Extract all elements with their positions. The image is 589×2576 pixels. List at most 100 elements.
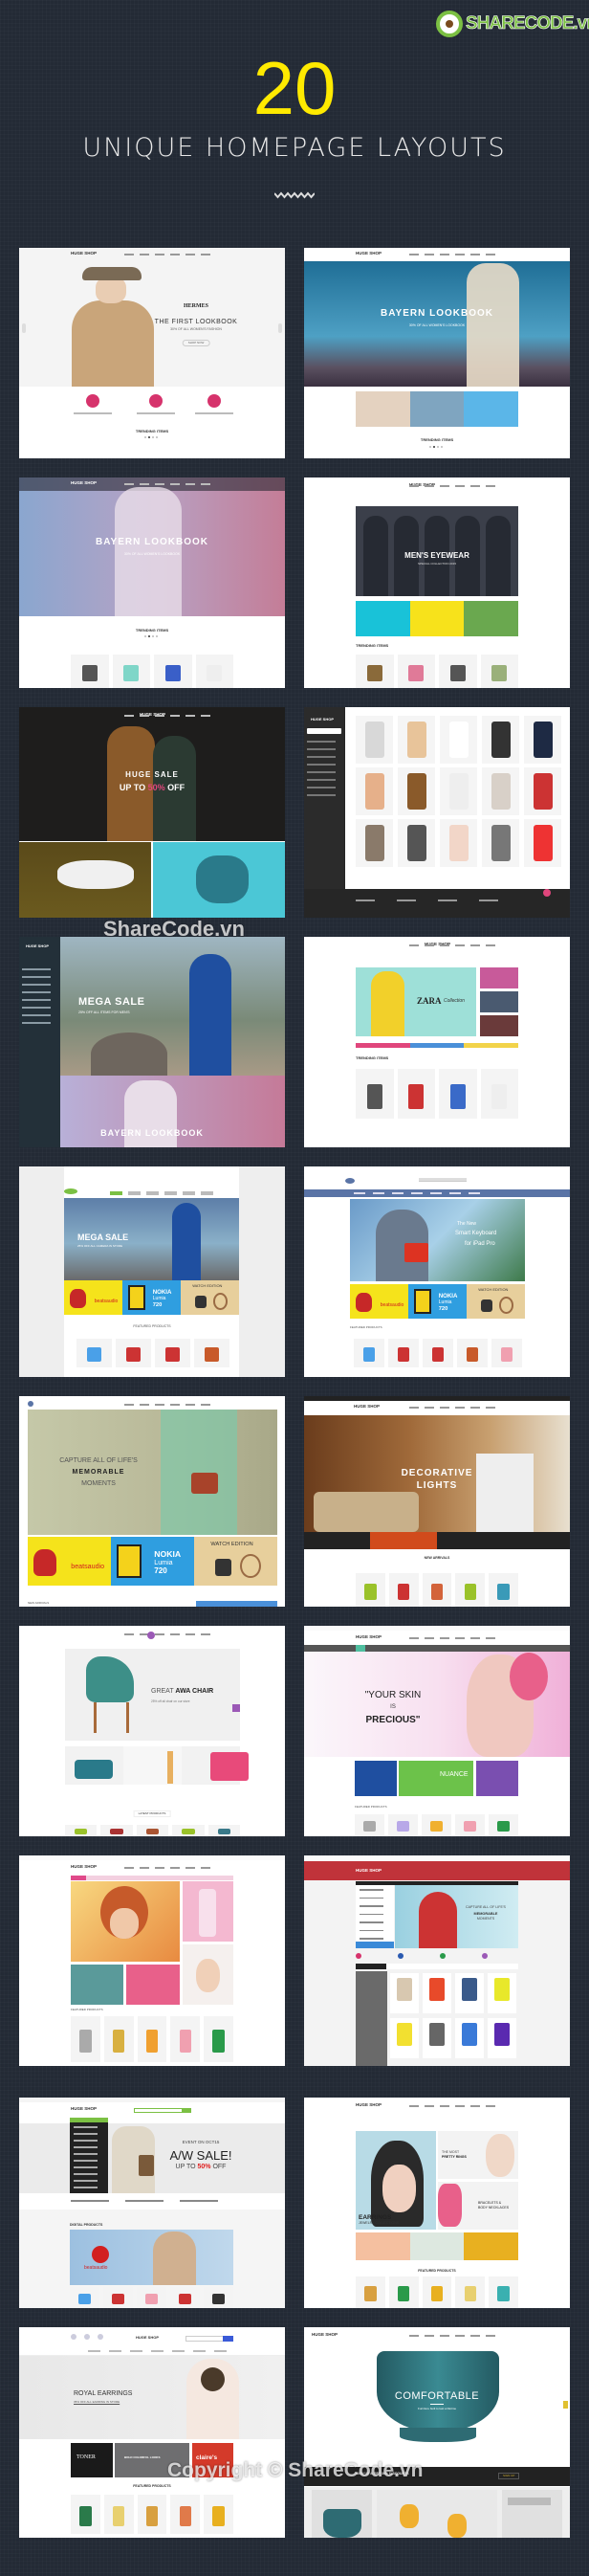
nav-link	[155, 715, 164, 717]
nav-icon	[98, 2334, 103, 2340]
category-item	[74, 2126, 98, 2128]
product-image	[431, 1347, 445, 1362]
product-image	[397, 1820, 409, 1832]
product-image	[79, 2506, 92, 2526]
nav-link	[130, 2350, 142, 2352]
product-image	[449, 1083, 466, 1109]
product-image	[449, 825, 469, 861]
title-text: AWA CHAIR	[175, 1688, 214, 1695]
promo-tile	[464, 1043, 518, 1048]
homepage-layout-thumbnail[interactable]: HUGE SHOP DECORATIVE LIGHTS NEW ARRIVALS	[304, 1396, 570, 1607]
slider-next-arrow[interactable]	[232, 1704, 240, 1712]
nav-bar	[304, 248, 570, 261]
hero-line-1: CAPTURE ALL OF LIFE'S	[466, 1905, 506, 1909]
side-tile	[480, 1015, 518, 1036]
nav-link	[201, 483, 210, 485]
product-image	[398, 1583, 410, 1600]
nuance-tile-text: NUANCE	[440, 1771, 469, 1778]
nav-link	[486, 2105, 495, 2107]
promo-tile	[476, 1761, 518, 1796]
slider-dot	[156, 436, 158, 438]
toner-text: TONER	[76, 2454, 96, 2460]
homepage-layout-thumbnail[interactable]: HUGE SHOP EARRINGS JEWELRY COLLECTIONS THE …	[304, 2098, 570, 2308]
model-dress	[57, 860, 134, 889]
model-image	[467, 263, 519, 387]
homepage-layout-thumbnail[interactable]: HUGE SHOP FEATURED PRODUCTS	[19, 1855, 285, 2066]
category-header	[70, 2118, 108, 2122]
homepage-layout-thumbnail[interactable]: CAPTURE ALL OF LIFE'S MEMORABLE MOMENTS bea…	[19, 1396, 285, 1607]
product-image	[449, 664, 466, 681]
sofa-image	[314, 1492, 419, 1532]
product-image	[212, 2030, 225, 2054]
watch-band	[498, 1296, 513, 1314]
nav-link	[124, 1867, 134, 1869]
nav-link	[185, 1404, 195, 1406]
beats-logo-text: beatsaudio	[380, 1301, 404, 1308]
footer-heading	[356, 899, 375, 901]
nav-link	[124, 254, 134, 255]
signup-button[interactable]: SIGN UP	[498, 2473, 520, 2480]
homepage-layout-thumbnail[interactable]: HUGE SHOP MEN'S EYEWEAR SPECIAL COLLECTION…	[304, 477, 570, 688]
shop-logo: HUGE SHOP	[71, 2106, 98, 2111]
product-image	[207, 664, 223, 681]
footer-heading	[479, 899, 498, 901]
nav-link	[170, 483, 180, 485]
promo-tile	[464, 601, 518, 636]
nav-link	[409, 485, 419, 487]
product-image	[364, 1583, 377, 1600]
category-item	[74, 2153, 98, 2155]
nav-link	[425, 254, 434, 255]
nav-link	[155, 254, 164, 255]
lamp-image	[167, 1751, 173, 1784]
model-headscarf	[196, 855, 249, 903]
homepage-layout-thumbnail[interactable]: MEGA SALE 25% OFF ALL CAMERA IN STORE beat…	[19, 1166, 285, 1377]
homepage-layout-thumbnail[interactable]: HUGE SHOP ZARA Collection TRENDING ITEMS	[304, 937, 570, 1147]
section-title: TRENDING ITEMS	[135, 628, 169, 633]
nav-link	[185, 1633, 195, 1635]
hero-banner	[19, 2356, 285, 2439]
tab-bar	[196, 1601, 277, 1607]
scroll-top-button[interactable]	[543, 889, 551, 897]
nav-link	[185, 254, 195, 255]
section-title: FEATURED PRODUCTS	[133, 1324, 171, 1328]
homepage-layout-thumbnail[interactable]: HUGE SHOP HUGE SALE UP TO 50% OFF	[19, 707, 285, 918]
homepage-layout-thumbnail[interactable]: HUGE SHOP ROYAL EARRINGS 35% OFF ALL EARRI…	[19, 2327, 285, 2538]
window-image	[476, 1454, 534, 1532]
watch-image	[195, 1296, 207, 1308]
nav-link	[373, 1192, 384, 1194]
recycle-icon	[436, 11, 463, 37]
nav-link	[470, 485, 480, 487]
homepage-layout-thumbnail[interactable]: HUGE SHOP EVENT ON OCT15 A/W SALE! UP TO 50…	[19, 2098, 285, 2308]
product-image	[113, 2030, 125, 2054]
category-item	[74, 2133, 98, 2135]
homepage-layout-thumbnail[interactable]: HUGE SHOP HERMES THE FIRST LOOKBOOK 30% OF …	[19, 248, 285, 458]
nav-link	[470, 1407, 480, 1409]
homepage-layout-thumbnail[interactable]: HUGE SHOP COMFORTABLE Furniture built to l…	[304, 2327, 570, 2538]
pillows-image	[210, 1752, 249, 1781]
shop-now-button[interactable]: SHOP NOW	[182, 340, 210, 347]
homepage-layout-thumbnail[interactable]: HUGE SHOP	[304, 707, 570, 918]
sidebar-menu-item	[22, 991, 51, 993]
homepage-layout-thumbnail[interactable]: HUGE SHOP BAYERN LOOKBOOK 30% OF ALL WOMEN…	[19, 477, 285, 688]
homepage-layout-thumbnail[interactable]: HUGE SHOP "YOUR SKIN IS PRECIOUS" NUANCE FEAT…	[304, 1626, 570, 1836]
product-image	[366, 664, 382, 681]
promo-tile	[409, 2232, 465, 2260]
nav-link	[486, 1637, 495, 1639]
watermark-bottom: Copyright © ShareCode.vn	[167, 2459, 424, 2481]
homepage-layout-thumbnail[interactable]: HUGE SHOP BAYERN LOOKBOOK 30% OF ALL WOMEN…	[304, 248, 570, 458]
product-image	[466, 1347, 479, 1362]
product-image	[491, 664, 508, 681]
sharecode-logo: SHARECODE.vn	[436, 10, 589, 38]
homepage-layout-thumbnail[interactable]: HUGE SHOP CAPTURE ALL OF LIFE'S MEMORABLE M…	[304, 1855, 570, 2066]
model-hair	[201, 2367, 225, 2391]
product-image	[397, 1978, 412, 2001]
logo-icon	[147, 1632, 155, 1639]
homepage-layout-thumbnail[interactable]: GREAT AWA CHAIR 25% off all chair on our …	[19, 1626, 285, 1836]
product-image	[491, 1083, 508, 1109]
slider-next-arrow[interactable]	[563, 2401, 568, 2409]
camera-image	[191, 1473, 218, 1494]
homepage-layout-thumbnail[interactable]: The New Smart Keyboard for iPad Pro beatsau…	[304, 1166, 570, 1377]
homepage-layout-thumbnail[interactable]: HUGE SHOP MEGA SALE 25% OFF ALL ITEMS FOR …	[19, 937, 285, 1147]
product-image	[430, 2285, 444, 2302]
product-image	[112, 2293, 124, 2304]
